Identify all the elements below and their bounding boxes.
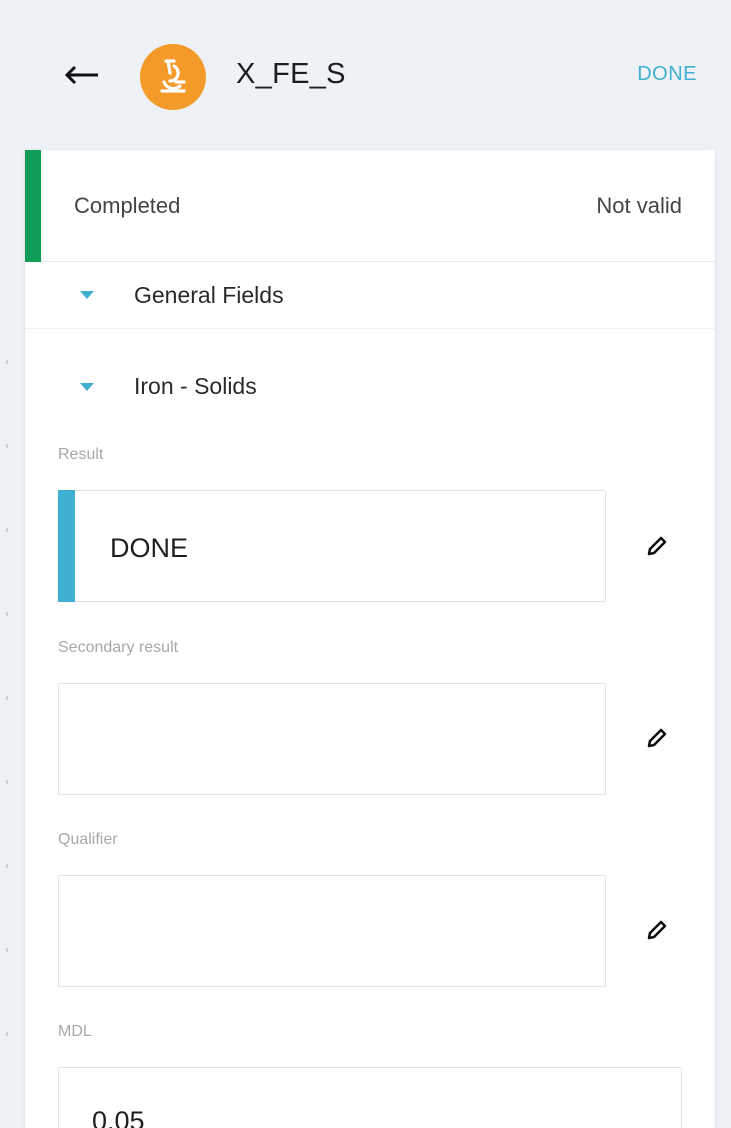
edge-decoration (6, 280, 8, 1080)
qualifier-field[interactable] (58, 875, 606, 987)
mdl-value: 0.05 (92, 1106, 145, 1128)
app-header: X_FE_S DONE (0, 0, 731, 150)
result-label: Result (58, 446, 104, 463)
result-value: DONE (110, 533, 189, 563)
page-title: X_FE_S (236, 58, 346, 90)
microscope-icon (140, 44, 206, 110)
avatar (140, 44, 206, 110)
edit-secondary-result-button[interactable] (637, 718, 677, 758)
pencil-icon (647, 536, 667, 556)
section-general-fields[interactable]: General Fields (25, 262, 715, 329)
arrow-left-icon (64, 65, 98, 85)
status-indicator (25, 150, 41, 262)
screen: X_FE_S DONE Completed Not valid General … (0, 0, 731, 1128)
caret-down-icon (80, 291, 94, 299)
status-label: Completed (74, 193, 181, 218)
section-label: General Fields (134, 282, 284, 308)
back-button[interactable] (58, 55, 106, 95)
test-card: Completed Not valid General Fields Iron … (25, 150, 715, 1128)
field-active-indicator (58, 490, 75, 602)
done-button[interactable]: DONE (637, 63, 697, 86)
status-row: Completed Not valid (25, 150, 715, 262)
section-label: Iron - Solids (134, 373, 257, 399)
secondary-result-label: Secondary result (58, 639, 179, 656)
edit-qualifier-button[interactable] (637, 910, 677, 950)
pencil-icon (647, 728, 667, 748)
secondary-result-field[interactable] (58, 683, 606, 795)
result-field[interactable]: DONE (58, 490, 606, 602)
edit-result-button[interactable] (637, 526, 677, 566)
mdl-label: MDL (58, 1023, 92, 1040)
section-iron-solids[interactable]: Iron - Solids (25, 329, 715, 419)
pencil-icon (647, 920, 667, 940)
caret-down-icon (80, 383, 94, 391)
qualifier-label: Qualifier (58, 831, 118, 848)
mdl-field[interactable]: 0.05 (58, 1067, 682, 1128)
validity-label: Not valid (596, 193, 682, 218)
